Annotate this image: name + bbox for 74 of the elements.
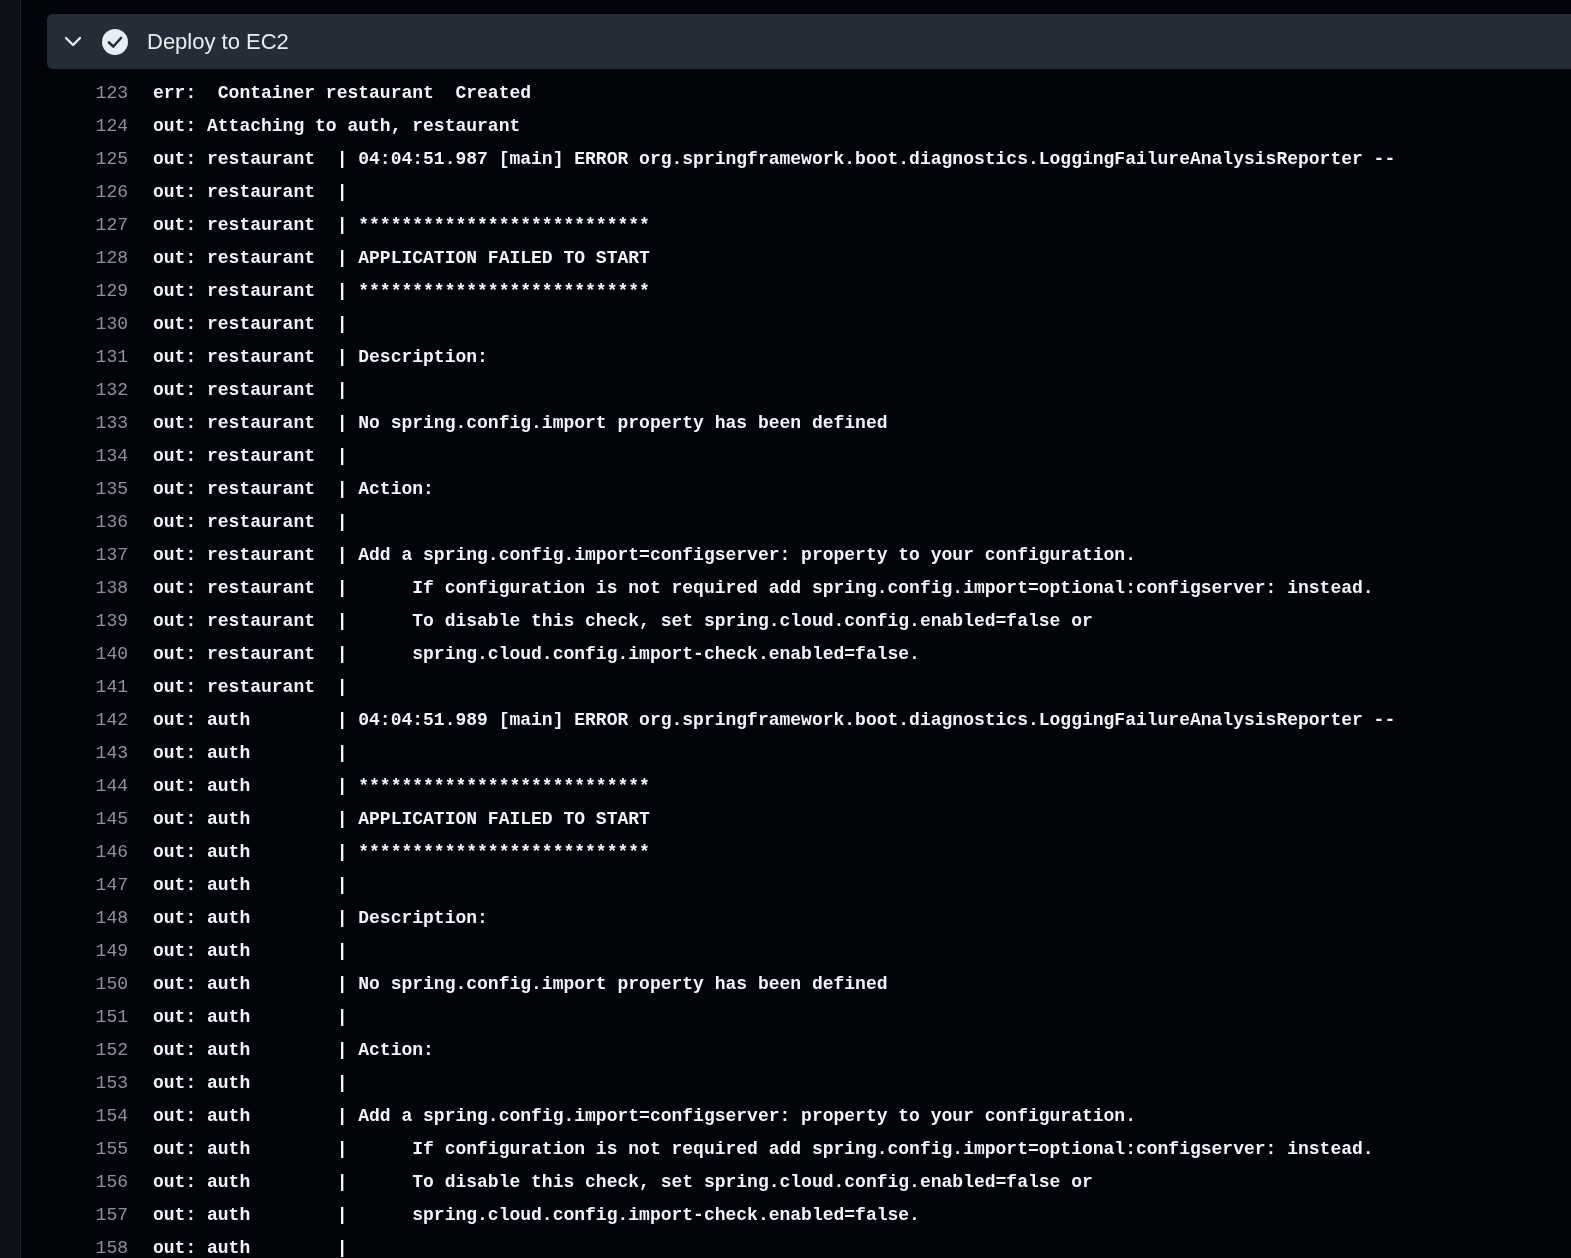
log-line: out: auth | To disable this check, set spring.cloud.config.enabled=false or <box>153 1171 1093 1194</box>
log-line: out: auth | Action: <box>153 1039 434 1062</box>
line-number[interactable]: 151 <box>47 1004 128 1031</box>
log-line: out: restaurant | spring.cloud.config.import-check.enabled=false. <box>153 643 920 666</box>
line-number[interactable]: 124 <box>47 113 128 140</box>
step-header[interactable]: Deploy to EC2 <box>47 14 1571 69</box>
log-line: out: restaurant | <box>153 181 348 204</box>
line-number[interactable]: 139 <box>47 608 128 635</box>
line-number[interactable]: 132 <box>47 377 128 404</box>
line-number[interactable]: 158 <box>47 1235 128 1258</box>
log-line: out: restaurant | Description: <box>153 346 488 369</box>
line-number[interactable]: 146 <box>47 839 128 866</box>
log-line: out: restaurant | <box>153 445 348 468</box>
log-line: out: auth | 04:04:51.989 [main] ERROR org.springframework.boot.diagnostics.LoggingFailureAnalysisReporter -- <box>153 709 1396 732</box>
line-number[interactable]: 127 <box>47 212 128 239</box>
step-title: Deploy to EC2 <box>147 28 289 56</box>
log-line: out: auth | APPLICATION FAILED TO START <box>153 808 650 831</box>
line-number[interactable]: 137 <box>47 542 128 569</box>
log-line: out: auth | No spring.config.import property has been defined <box>153 973 888 996</box>
line-number[interactable]: 143 <box>47 740 128 767</box>
line-number[interactable]: 156 <box>47 1169 128 1196</box>
log-line: out: restaurant | No spring.config.import property has been defined <box>153 412 888 435</box>
line-number[interactable]: 148 <box>47 905 128 932</box>
log-line: out: auth | <box>153 874 348 897</box>
line-number[interactable]: 149 <box>47 938 128 965</box>
line-number[interactable]: 157 <box>47 1202 128 1229</box>
line-number[interactable]: 138 <box>47 575 128 602</box>
log-line: out: auth | <box>153 1006 348 1029</box>
log-line: out: restaurant | If configuration is not required add spring.config.import=optional:configserver: instead. <box>153 577 1374 600</box>
line-number[interactable]: 136 <box>47 509 128 536</box>
log-line: out: restaurant | <box>153 313 348 336</box>
line-number[interactable]: 128 <box>47 245 128 272</box>
log-line: out: auth | Add a spring.config.import=configserver: property to your configuration. <box>153 1105 1136 1128</box>
line-number[interactable]: 144 <box>47 773 128 800</box>
log-line: out: restaurant | <box>153 379 348 402</box>
line-number[interactable]: 145 <box>47 806 128 833</box>
line-number[interactable]: 153 <box>47 1070 128 1097</box>
log-line: out: restaurant | *************************** <box>153 214 650 237</box>
line-number[interactable]: 142 <box>47 707 128 734</box>
line-number[interactable]: 141 <box>47 674 128 701</box>
line-number[interactable]: 126 <box>47 179 128 206</box>
line-number[interactable]: 133 <box>47 410 128 437</box>
log-line: out: restaurant | *************************** <box>153 280 650 303</box>
line-number[interactable]: 130 <box>47 311 128 338</box>
log-line: out: restaurant | 04:04:51.987 [main] ERROR org.springframework.boot.diagnostics.LoggingFailureAnalysisReporter -- <box>153 148 1396 171</box>
log-line: out: auth | spring.cloud.config.import-check.enabled=false. <box>153 1204 920 1227</box>
log-line: out: restaurant | Action: <box>153 478 434 501</box>
log-line: err: Container restaurant Created <box>153 82 532 105</box>
log-line: out: auth | <box>153 1237 348 1258</box>
line-number[interactable]: 135 <box>47 476 128 503</box>
log-line: out: restaurant | APPLICATION FAILED TO START <box>153 247 650 270</box>
log-line: out: auth | <box>153 1072 348 1095</box>
line-number[interactable]: 125 <box>47 146 128 173</box>
log-line: out: auth | If configuration is not required add spring.config.import=optional:configserver: instead. <box>153 1138 1374 1161</box>
log-line: out: auth | *************************** <box>153 841 650 864</box>
line-number[interactable]: 140 <box>47 641 128 668</box>
line-number[interactable]: 154 <box>47 1103 128 1130</box>
log-line: out: restaurant | To disable this check, set spring.cloud.config.enabled=false or <box>153 610 1093 633</box>
line-number[interactable]: 147 <box>47 872 128 899</box>
log-line: out: restaurant | <box>153 511 348 534</box>
log-line: out: Attaching to auth, restaurant <box>153 115 521 138</box>
log-line: out: restaurant | <box>153 676 348 699</box>
line-number[interactable]: 129 <box>47 278 128 305</box>
line-number[interactable]: 123 <box>47 80 128 107</box>
line-number[interactable]: 155 <box>47 1136 128 1163</box>
log-line: out: auth | Description: <box>153 907 488 930</box>
log-line: out: auth | <box>153 940 348 963</box>
line-number[interactable]: 152 <box>47 1037 128 1064</box>
line-number[interactable]: 150 <box>47 971 128 998</box>
line-number[interactable]: 134 <box>47 443 128 470</box>
log-line: out: auth | <box>153 742 348 765</box>
log-line: out: restaurant | Add a spring.config.import=configserver: property to your configuration. <box>153 544 1136 567</box>
line-number[interactable]: 131 <box>47 344 128 371</box>
log-line: out: auth | *************************** <box>153 775 650 798</box>
